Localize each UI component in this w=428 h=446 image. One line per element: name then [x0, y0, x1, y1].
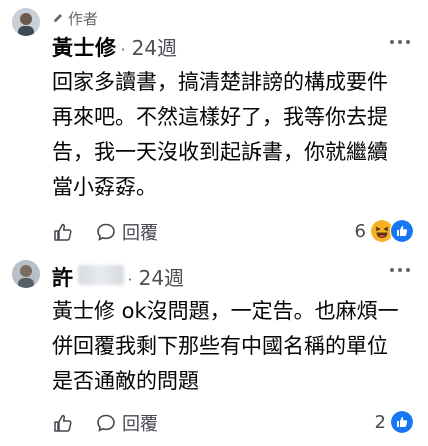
dot-icon [398, 268, 402, 272]
speech-bubble-icon [97, 223, 115, 241]
dot-icon [406, 40, 410, 44]
reply-label: 回覆 [122, 414, 158, 435]
comment-text: 回家多讀書，搞清楚誹謗的構成要件 再來吧。不然這樣好了，我等你去提 告，我一天沒… [52, 70, 388, 199]
more-options-button[interactable] [390, 260, 410, 280]
more-options-button[interactable] [390, 32, 410, 52]
reaction-count: 6 [354, 220, 366, 242]
comment-text: 黃士修 ok沒問題，一定告。也麻煩一 併回覆我剩下那些有中國名稱的單位 是否通敵… [52, 299, 399, 393]
comment-2: 許 · 24週 黃士修 ok沒問題，一定告。也麻煩一 併回覆我剩下那些有中國名稱… [0, 250, 428, 446]
thumbs-up-outline-icon [54, 223, 72, 241]
reply-button[interactable]: 回覆 [96, 219, 158, 245]
reply-button[interactable]: 回覆 [96, 410, 158, 436]
dot-icon [390, 268, 394, 272]
redacted-name [77, 265, 124, 285]
reactions-summary[interactable]: 6 [355, 219, 414, 243]
avatar[interactable] [12, 8, 40, 36]
reaction-count: 2 [374, 411, 386, 433]
commenter-name[interactable]: 黃士修 [52, 32, 117, 62]
like-icon [390, 410, 414, 434]
reactions-summary[interactable]: 2 [375, 410, 414, 434]
comment-header: 許 · 24週 [52, 262, 184, 292]
comment-actions: 回覆 [52, 219, 158, 245]
like-icon [390, 219, 414, 243]
dot-icon [398, 40, 402, 44]
dot-icon [390, 40, 394, 44]
speech-bubble-icon [97, 414, 115, 432]
avatar[interactable] [12, 260, 40, 288]
author-badge-label: 作者 [68, 10, 99, 28]
reply-label: 回覆 [122, 223, 158, 244]
comment-timestamp[interactable]: 24週 [132, 32, 177, 61]
thumbs-up-outline-icon [54, 414, 72, 432]
separator-dot: · [120, 40, 126, 59]
like-button[interactable] [52, 221, 74, 243]
commenter-name[interactable]: 許 [52, 262, 74, 292]
like-button[interactable] [52, 412, 74, 434]
comment-actions: 回覆 [52, 410, 158, 436]
pencil-icon [52, 10, 64, 28]
author-badge: 作者 [52, 8, 98, 29]
comment-header: 黃士修 · 24週 [52, 32, 177, 62]
dot-icon [406, 268, 410, 272]
comment-timestamp[interactable]: 24週 [139, 262, 184, 291]
comment-1: 作者 黃士修 · 24週 回家多讀書，搞清楚誹謗的構成要件 再來吧。不然這樣好了… [0, 0, 428, 250]
separator-dot: · [127, 270, 133, 289]
